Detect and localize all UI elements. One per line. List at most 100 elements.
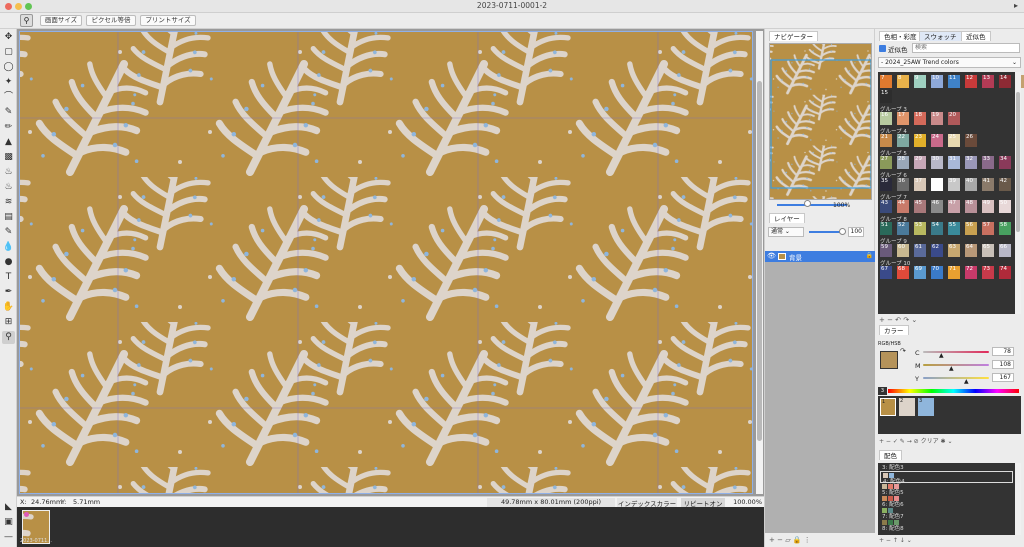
swatch-cell[interactable]: 16	[880, 112, 892, 125]
swatch-cell[interactable]: 39	[948, 178, 960, 191]
rect-select-icon[interactable]: ▢	[2, 46, 15, 59]
swatch-cell[interactable]: 21	[880, 134, 892, 147]
swatch-cell[interactable]: 45	[914, 200, 926, 213]
pattern-canvas[interactable]	[19, 31, 753, 494]
tab-color[interactable]: カラー	[879, 325, 909, 335]
swatch-cell[interactable]: 49	[982, 200, 994, 213]
quick-mask-icon[interactable]: ▣	[2, 516, 15, 529]
c-slider-knob[interactable]: ▲	[939, 352, 944, 359]
swatch-cell[interactable]: 52	[897, 222, 909, 235]
swatch-cell[interactable]: 13	[982, 75, 994, 88]
swatch-cell[interactable]: 57	[982, 222, 994, 235]
swatch-cell[interactable]: 20	[948, 112, 960, 125]
visibility-icon[interactable]: 👁	[767, 252, 776, 260]
swatch-cell[interactable]: 12	[965, 75, 977, 88]
current-color-swatch[interactable]	[880, 351, 898, 369]
swatch-cell[interactable]: 43	[880, 200, 892, 213]
tab-layers[interactable]: レイヤー	[769, 213, 805, 223]
swatch-cell[interactable]: 62	[931, 244, 943, 257]
swatch-cell[interactable]: 25	[948, 134, 960, 147]
grid-tool-icon[interactable]: ⊞	[2, 316, 15, 329]
zoom-icon[interactable]: ⚲	[2, 331, 15, 344]
eyedropper-icon[interactable]: ✎	[2, 106, 15, 119]
swatch-cell[interactable]: 38	[931, 178, 943, 191]
swatch-cell[interactable]: 28	[897, 156, 909, 169]
swatch-cell[interactable]: 24	[931, 134, 943, 147]
navigator-preview[interactable]	[769, 43, 872, 200]
swatch-cell[interactable]: 8	[897, 75, 909, 88]
layer-opacity-value[interactable]: 100	[848, 227, 864, 237]
palette-item[interactable]: 4: 配色4	[880, 471, 1013, 485]
lasso-icon[interactable]: ◯	[2, 61, 15, 74]
swatch-cell[interactable]: 67	[880, 266, 892, 279]
swatch-cell[interactable]: 27	[880, 156, 892, 169]
swatch-scrollbar[interactable]	[1015, 72, 1021, 314]
swatch-cell[interactable]: 10	[931, 75, 943, 88]
swatch-cell[interactable]: 51	[880, 222, 892, 235]
fill-bucket-alt-icon[interactable]: ♨	[2, 181, 15, 194]
gradient-icon[interactable]: ▤	[2, 211, 15, 224]
swatch-cell[interactable]: 65	[982, 244, 994, 257]
tab-near-color[interactable]: 近似色	[961, 31, 991, 41]
smudge-icon[interactable]: ✎	[2, 226, 15, 239]
navigator-zoom-knob[interactable]	[804, 200, 811, 207]
swatch-cell[interactable]: 54	[931, 222, 943, 235]
tab-navigator[interactable]: ナビゲーター	[769, 31, 818, 41]
swatch-cell[interactable]: 63	[948, 244, 960, 257]
swatch-cell[interactable]: 7	[880, 75, 892, 88]
palette-item[interactable]: 6: 配色6	[880, 495, 1013, 508]
history-color-3[interactable]: 3	[918, 398, 934, 416]
c-slider[interactable]	[923, 351, 989, 353]
swatch-cell[interactable]: 71	[948, 266, 960, 279]
swatch-cell[interactable]: 55	[948, 222, 960, 235]
m-value[interactable]: 108	[992, 360, 1014, 369]
text-tool-icon[interactable]: T	[2, 271, 15, 284]
layer-opacity-knob[interactable]	[839, 228, 846, 235]
palette-item[interactable]: 5: 配色5	[880, 483, 1013, 496]
swatch-cell[interactable]: 48	[965, 200, 977, 213]
hue-strip[interactable]	[888, 389, 1019, 393]
swatch-set-select[interactable]: - 2024_25AW Trend colors ⌄	[878, 57, 1021, 68]
swatch-cell[interactable]: 47	[948, 200, 960, 213]
stamp-icon[interactable]: ▲	[2, 136, 15, 149]
swatch-cell[interactable]: 53	[914, 222, 926, 235]
swatch-cell[interactable]: 17	[897, 112, 909, 125]
dodge-icon[interactable]: ●	[2, 256, 15, 269]
m-slider-knob[interactable]: ▲	[949, 365, 954, 372]
eraser-icon[interactable]: ▩	[2, 151, 15, 164]
fit-screen-button[interactable]: 画面サイズ	[40, 15, 82, 26]
swatch-cell[interactable]: 41	[982, 178, 994, 191]
tab-swatch[interactable]: スウォッチ	[919, 31, 962, 41]
brush-icon[interactable]: ✏	[2, 121, 15, 134]
swatch-cell[interactable]: 69	[914, 266, 926, 279]
swatch-cell[interactable]: 50	[999, 200, 1011, 213]
swatch-cell[interactable]: 29	[914, 156, 926, 169]
palette-scrollbar[interactable]	[1015, 463, 1021, 535]
swatch-cell[interactable]: 70	[931, 266, 943, 279]
y-slider-knob[interactable]: ▲	[964, 378, 969, 385]
blend-mode-select[interactable]: 通常 ⌄	[768, 227, 804, 237]
near-color-checkbox[interactable]	[879, 45, 886, 52]
c-value[interactable]: 78	[992, 347, 1014, 356]
swatch-cell[interactable]: 32	[965, 156, 977, 169]
pen-tool-icon[interactable]: ✒	[2, 286, 15, 299]
swatch-cell[interactable]: 59	[880, 244, 892, 257]
swatch-cell[interactable]: 33	[982, 156, 994, 169]
repeat-toggle[interactable]: リピートオン	[681, 498, 725, 508]
history-color-2[interactable]: 2	[899, 398, 915, 416]
color-actions[interactable]: + − ✓ ✎ → ⊘ クリア ✱ ⌄	[879, 436, 953, 445]
clear-button[interactable]: クリア	[921, 438, 939, 445]
swatch-cell[interactable]: 72	[965, 266, 977, 279]
swatch-cell[interactable]: 42	[999, 178, 1011, 191]
swatch-cell[interactable]: 26	[965, 134, 977, 147]
swatch-cell[interactable]: 18	[914, 112, 926, 125]
swatch-cell[interactable]: 61	[914, 244, 926, 257]
crop-icon[interactable]: ⌒	[2, 91, 15, 104]
swatch-cell[interactable]: 58	[999, 222, 1011, 235]
swatch-search-input[interactable]	[912, 43, 1020, 53]
swatch-cell[interactable]: 11	[948, 75, 960, 88]
y-value-color[interactable]: 167	[992, 373, 1014, 382]
duplicate-layer-icon[interactable]: ▱	[785, 536, 790, 544]
swatch-cell[interactable]: 9	[914, 75, 926, 88]
swatch-cell[interactable]: 23	[914, 134, 926, 147]
